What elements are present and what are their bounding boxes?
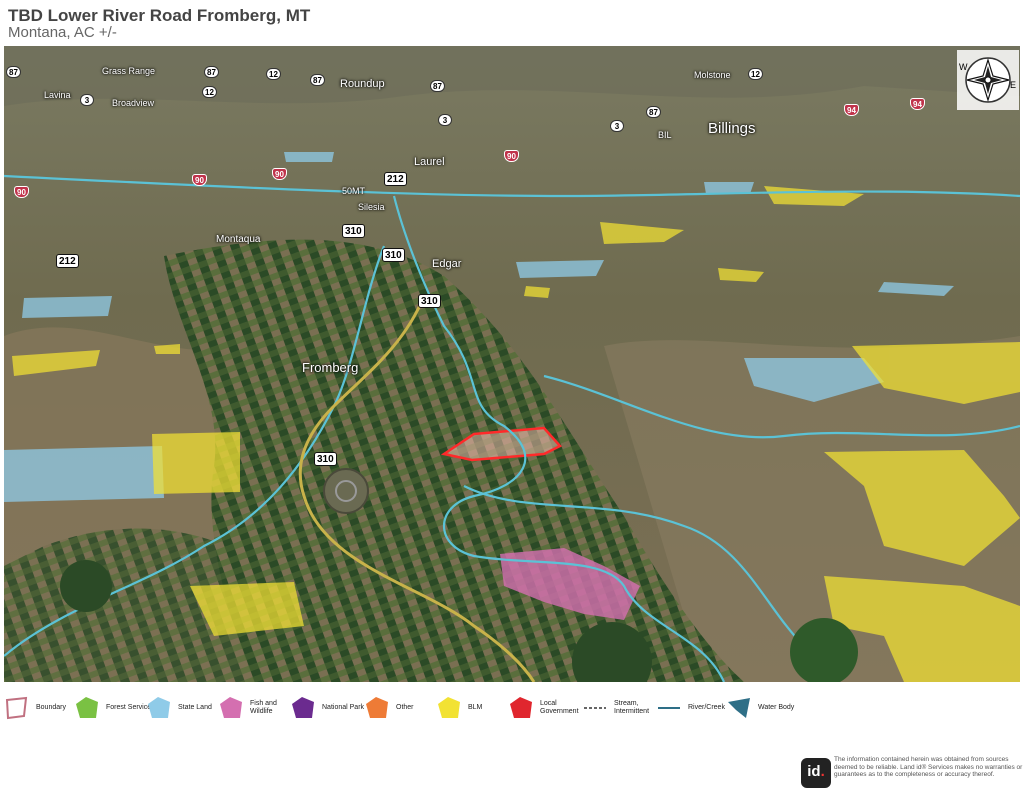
road-shield: 12 xyxy=(202,86,217,98)
road-shield: 310 xyxy=(382,248,405,262)
road-shield: 87 xyxy=(646,106,661,118)
legend-item-other: Other xyxy=(364,696,414,720)
road-shield: 87 xyxy=(310,74,325,86)
center-pivot xyxy=(323,468,369,514)
forest-swatch-icon xyxy=(76,697,98,718)
place-label: Grass Range xyxy=(102,66,156,76)
map-title: TBD Lower River Road Fromberg, MT xyxy=(8,6,311,25)
state-land-swatch-icon xyxy=(148,697,170,718)
road-shield: 310 xyxy=(314,452,337,466)
interstate-shield: 90 xyxy=(504,150,519,162)
fish-wildlife-swatch-icon xyxy=(220,697,242,718)
blm-swatch-icon xyxy=(438,697,460,718)
place-label: BIL xyxy=(658,130,672,140)
legend-item-park: National Park xyxy=(290,696,364,720)
legend-item-water: Water Body xyxy=(726,696,794,720)
place-label: Silesia xyxy=(358,202,385,212)
map-legend: Boundary Forest Service State Land Fish … xyxy=(0,688,1024,728)
disclaimer-text: The information contained herein was obt… xyxy=(834,756,1023,778)
center-pivot xyxy=(60,560,112,612)
road-shield: 212 xyxy=(384,172,407,186)
road-shield: 3 xyxy=(610,120,624,132)
legend-item-forest: Forest Service xyxy=(74,696,151,720)
terrain-layer xyxy=(4,46,1020,682)
legend-item-fish: Fish and Wildlife xyxy=(218,696,296,720)
road-shield: 212 xyxy=(56,254,79,268)
place-label: Montaqua xyxy=(216,234,261,245)
road-shield: 12 xyxy=(266,68,281,80)
road-shield: 310 xyxy=(342,224,365,238)
stream-swatch-icon xyxy=(584,707,606,709)
compass-west-label: W xyxy=(959,62,968,72)
road-shield: 12 xyxy=(748,68,763,80)
interstate-shield: 90 xyxy=(14,186,29,198)
river-swatch-icon xyxy=(658,707,680,709)
compass-rose-icon[interactable]: W E xyxy=(957,50,1019,110)
water-body-swatch-icon xyxy=(728,698,750,718)
map-subtitle: Montana, AC +/- xyxy=(8,24,117,41)
legend-item-state: State Land xyxy=(146,696,212,720)
local-government-swatch-icon xyxy=(510,697,532,718)
legend-item-stream: Stream, Intermittent xyxy=(582,696,660,720)
road-shield: 87 xyxy=(6,66,21,78)
road-shield: 3 xyxy=(438,114,452,126)
road-shield: 3 xyxy=(80,94,94,106)
place-label: Laurel xyxy=(414,156,445,168)
road-shield: 87 xyxy=(204,66,219,78)
road-shield: 87 xyxy=(430,80,445,92)
other-swatch-icon xyxy=(366,697,388,718)
place-label: Broadview xyxy=(112,98,155,108)
interstate-shield: 90 xyxy=(192,174,207,186)
road-shield: 310 xyxy=(418,294,441,308)
compass-east-label: E xyxy=(1010,80,1017,90)
place-label: Billings xyxy=(708,120,756,137)
place-label: Fromberg xyxy=(302,360,359,375)
place-label: Edgar xyxy=(432,258,462,270)
land-id-logo: id. xyxy=(801,758,831,788)
place-label: Molstone xyxy=(694,70,731,80)
interstate-shield: 90 xyxy=(272,168,287,180)
legend-item-blm: BLM xyxy=(436,696,482,720)
legend-item-local: Local Government xyxy=(508,696,586,720)
place-label: 50MT xyxy=(342,186,366,196)
boundary-swatch-icon xyxy=(5,696,28,720)
legend-item-boundary: Boundary xyxy=(4,696,66,720)
place-label: Lavina xyxy=(44,90,71,100)
place-label: Roundup xyxy=(340,78,385,90)
aerial-map[interactable]: Grass Range Lavina Broadview Roundup Mol… xyxy=(4,46,1020,682)
interstate-shield: 94 xyxy=(910,98,925,110)
national-park-swatch-icon xyxy=(292,697,314,718)
legend-item-river: River/Creek xyxy=(656,696,725,720)
interstate-shield: 94 xyxy=(844,104,859,116)
